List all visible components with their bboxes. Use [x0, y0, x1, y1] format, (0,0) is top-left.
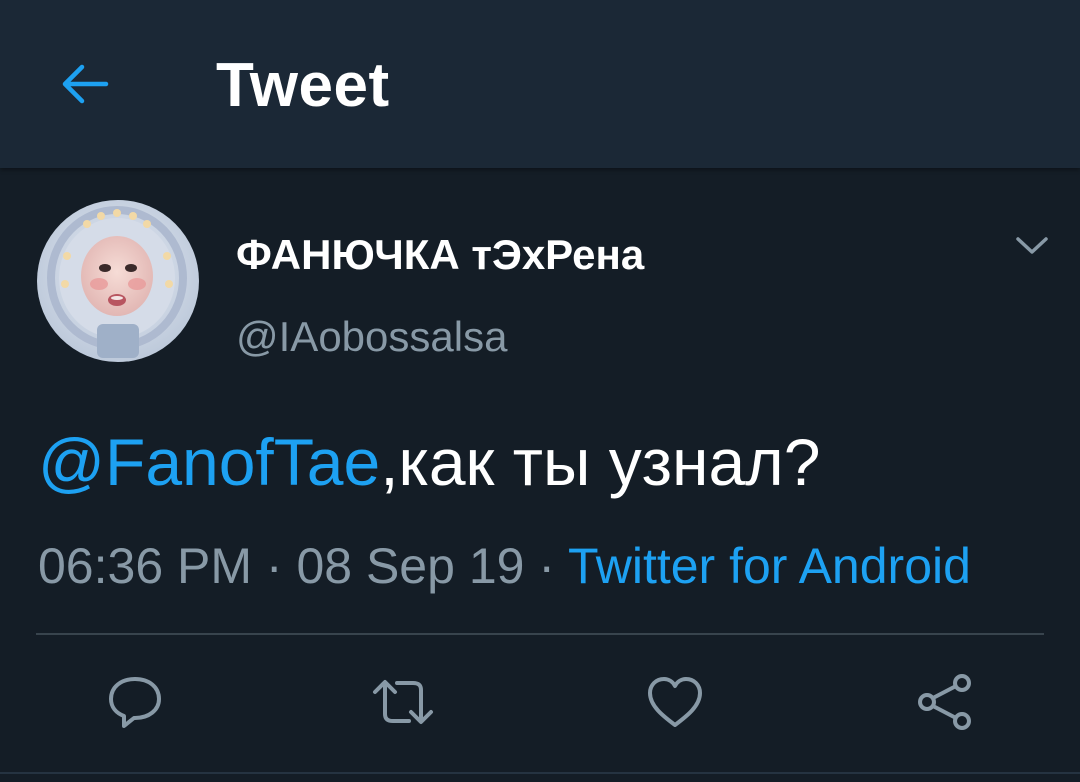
- share-icon: [918, 674, 971, 730]
- arrow-left-icon: [62, 64, 109, 104]
- tweet-date: 08 Sep 19: [296, 538, 525, 594]
- chevron-down-icon: [1016, 237, 1048, 254]
- reply-button[interactable]: [103, 670, 167, 734]
- avatar[interactable]: [37, 200, 199, 362]
- like-button[interactable]: [643, 670, 707, 734]
- reply-icon: [109, 677, 161, 728]
- back-button[interactable]: [52, 52, 116, 116]
- tweet-options-button[interactable]: [1008, 226, 1056, 266]
- avatar-image: [37, 200, 199, 362]
- meta-separator: ·: [252, 538, 297, 594]
- tweet-meta: 06:36 PM · 08 Sep 19 · Twitter for Andro…: [38, 536, 971, 596]
- heart-icon: [648, 677, 702, 727]
- author-handle[interactable]: @IAobossalsa: [236, 310, 507, 364]
- tweet-time: 06:36 PM: [38, 538, 253, 594]
- retweet-icon: [373, 680, 433, 724]
- tweet-body: ,как ты узнал?: [380, 425, 821, 499]
- top-app-bar: Tweet: [0, 0, 1080, 168]
- page-title: Tweet: [216, 51, 390, 120]
- tweet-detail-screen: Tweet ФАНЮЧКА тЭхРена @IAobossalsa @Fano…: [0, 0, 1080, 782]
- meta-separator: ·: [524, 538, 568, 594]
- share-button[interactable]: [913, 670, 977, 734]
- tweet-text: @FanofTae,как ты узнал?: [38, 422, 820, 502]
- divider: [0, 772, 1080, 774]
- tweet-source-link[interactable]: Twitter for Android: [568, 538, 971, 594]
- retweet-button[interactable]: [371, 670, 435, 734]
- author-display-name[interactable]: ФАНЮЧКА тЭхРена: [236, 228, 644, 282]
- mention-link[interactable]: @FanofTae: [38, 425, 380, 499]
- divider: [36, 633, 1044, 635]
